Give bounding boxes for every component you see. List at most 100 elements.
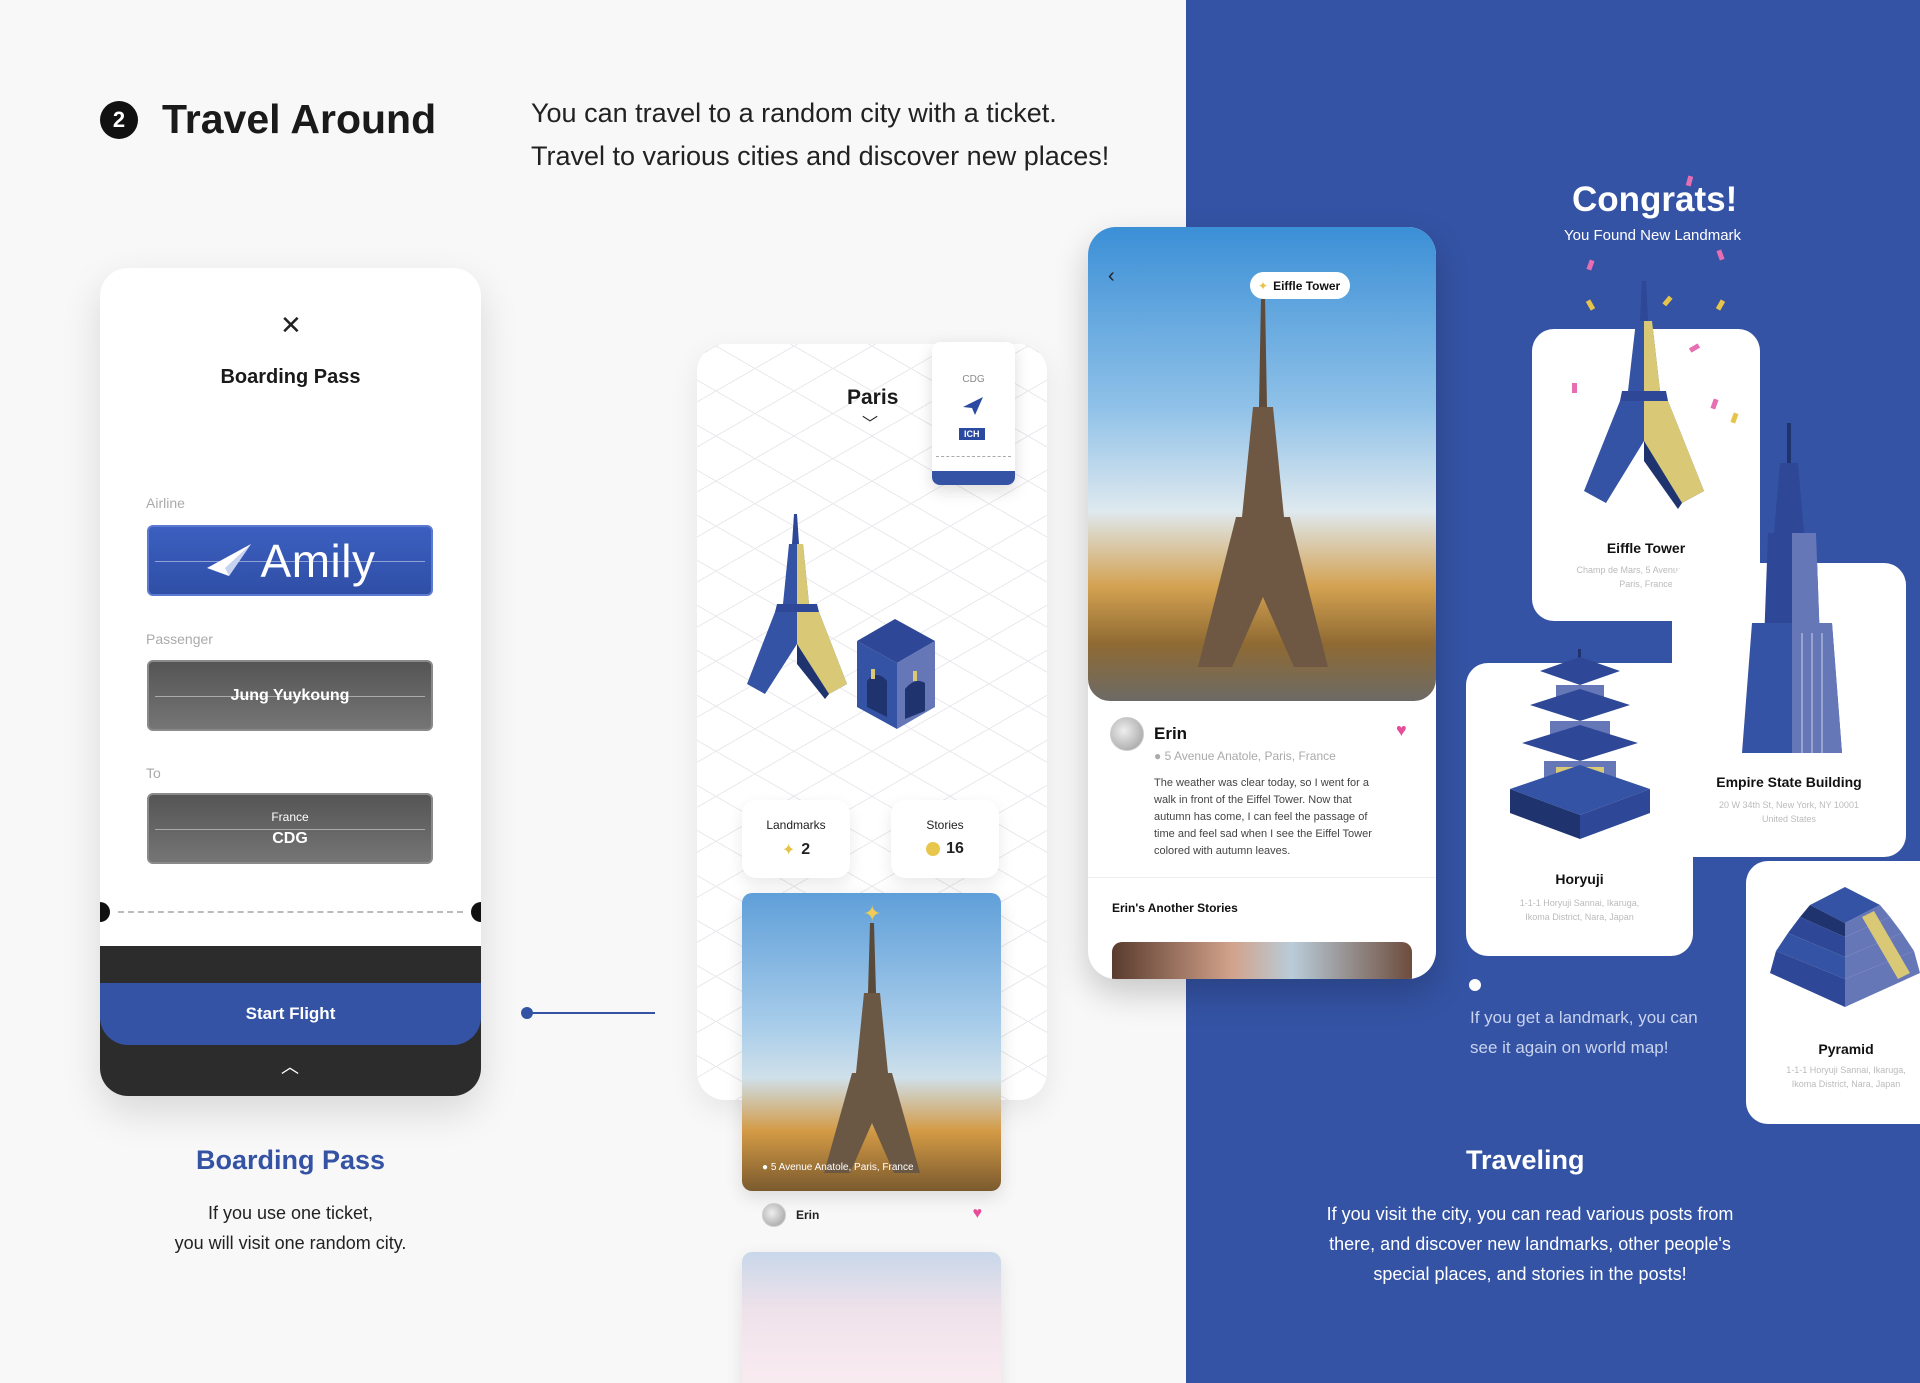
confetti (1730, 412, 1739, 424)
passenger-name: Jung Yuykoung (230, 686, 350, 704)
connector-line (530, 1012, 655, 1014)
back-chevron-icon[interactable]: ‹ (1108, 265, 1115, 288)
eiffel-tower-landmark-icon[interactable] (737, 514, 857, 714)
tip-line-2: see it again on world map! (1470, 1038, 1669, 1057)
avatar[interactable] (1110, 717, 1144, 751)
stories-count: 16 (946, 840, 964, 857)
traveling-caption-line-1: If you visit the city, you can read vari… (1326, 1204, 1734, 1224)
heart-icon[interactable]: ♥ (1396, 720, 1407, 741)
traveling-caption-line-2: there, and discover new landmarks, other… (1329, 1234, 1731, 1254)
close-icon[interactable]: ✕ (280, 310, 302, 341)
tip-dot (1469, 979, 1481, 991)
horyuji-pagoda-icon (1510, 649, 1650, 839)
eiffel-tower-photo (824, 923, 920, 1173)
post-body-line: time and feel sad when I see the Eiffel … (1154, 828, 1372, 840)
landmark-chip-label: Eiffle Tower (1273, 278, 1341, 293)
boarding-pass-screen: ✕ Boarding Pass Airline Amily Passenger … (100, 268, 481, 1096)
post-body: The weather was clear today, so I went f… (1154, 775, 1382, 860)
boarding-caption-line-2: you will visit one random city. (174, 1233, 407, 1253)
post-body-line: walk in front of the Eiffel Tower. Now t… (1154, 794, 1352, 806)
traveling-caption-title: Traveling (1466, 1145, 1585, 1175)
landmark-name: Pyramid (1818, 1041, 1874, 1057)
landmark-address: 1-1-1 Horyuji Sannai, Ikaruga, Ikoma Dis… (1466, 896, 1693, 924)
empire-state-building-icon (1742, 423, 1842, 753)
chevron-down-icon[interactable]: ﹀ (862, 410, 878, 434)
landmark-chip[interactable]: ✦ Eiffle Tower (1250, 272, 1351, 299)
more-story-thumbnail[interactable] (1112, 942, 1412, 979)
eiffel-tower-landmark-icon (1584, 281, 1704, 509)
boarding-caption-line-1: If you use one ticket, (207, 1203, 374, 1223)
ticket-from-code: CDG (962, 374, 985, 385)
landmarks-count: 2 (801, 841, 811, 858)
traveling-caption-line-3: special places, and stories in the posts… (1373, 1264, 1687, 1284)
landmarks-stat-card[interactable]: Landmarks ✦ 2 (742, 800, 850, 878)
post-body-line: The weather was clear today, so I went f… (1154, 777, 1370, 789)
more-stories-heading: Erin's Another Stories (1112, 901, 1238, 915)
story-photo-card[interactable]: ✦ ● 5 Avenue Anatole, Paris, France (742, 893, 1001, 1191)
congrats-title: Congrats! (1572, 180, 1738, 219)
post-body-line: autumn has come, I can feel the passage … (1154, 811, 1368, 823)
ticket-tear-line (936, 456, 1011, 457)
heart-icon[interactable]: ♥ (973, 1205, 983, 1223)
post-body-line: colored with autumn leaves. (1154, 845, 1291, 857)
intro-text: You can travel to a random city with a t… (531, 92, 1109, 178)
eiffel-tower-photo (1198, 297, 1328, 667)
passenger-ticket[interactable]: Jung Yuykoung (147, 660, 433, 731)
landmark-address-line: 20 W 34th St, New York, NY 10001 (1719, 800, 1859, 810)
step-number-badge: 2 (100, 101, 138, 139)
star-icon: ✦ (781, 842, 796, 859)
destination-ticket[interactable]: France CDG (147, 793, 433, 864)
congrats-subtitle: You Found New Landmark (1564, 227, 1742, 244)
landmark-photo: ‹ ✦ Eiffle Tower (1088, 227, 1436, 701)
horyuji-card[interactable]: Horyuji 1-1-1 Horyuji Sannai, Ikaruga, I… (1466, 649, 1693, 956)
tear-line (118, 911, 463, 913)
divider (1088, 877, 1436, 878)
post-address: ● 5 Avenue Anatole, Paris, France (1154, 749, 1336, 763)
intro-line-1: You can travel to a random city with a t… (531, 98, 1057, 128)
confetti (1572, 383, 1577, 393)
airline-label: Airline (146, 495, 185, 511)
ticket-to-code: ICH (959, 428, 985, 440)
photo-address: ● 5 Avenue Anatole, Paris, France (762, 1162, 914, 1173)
photo-address-text: 5 Avenue Anatole, Paris, France (770, 1162, 914, 1173)
destination-country: France (271, 809, 309, 824)
to-label: To (146, 765, 161, 781)
coin-icon (926, 842, 941, 856)
story-photo-card-2[interactable] (742, 1252, 1001, 1383)
ticket-notch-left (100, 902, 110, 922)
start-flight-button[interactable]: Start Flight (100, 983, 481, 1045)
traveling-caption-text: If you visit the city, you can read vari… (1310, 1199, 1750, 1289)
star-icon: ✦ (1258, 278, 1269, 293)
story-author-name: Erin (796, 1208, 820, 1222)
landmark-address-line: United States (1761, 814, 1817, 824)
stories-stat-card[interactable]: Stories 16 (891, 800, 999, 878)
city-name[interactable]: Paris (847, 386, 898, 410)
boarding-pass-title: Boarding Pass (220, 366, 361, 388)
airline-ticket[interactable]: Amily (147, 525, 433, 596)
pyramid-icon (1770, 887, 1920, 1007)
landmark-name: Empire State Building (1716, 774, 1862, 790)
pyramid-card[interactable]: Pyramid 1-1-1 Horyuji Sannai, Ikaruga, I… (1746, 861, 1920, 1124)
ticket-notch-right (471, 902, 481, 922)
section-title: Travel Around (162, 96, 437, 142)
landmarks-label: Landmarks (766, 818, 826, 832)
plane-icon (963, 397, 983, 415)
passenger-label: Passenger (146, 631, 213, 647)
story-author-row[interactable]: Erin ♥ (762, 1203, 982, 1229)
landmark-address-line: 1-1-1 Horyuji Sannai, Ikaruga, (1786, 1065, 1906, 1075)
landmark-detail-screen: ‹ ✦ Eiffle Tower Erin ♥ ● 5 Avenue Anato… (1088, 227, 1436, 979)
paper-plane-icon (206, 543, 251, 576)
landmark-name: Eiffle Tower (1606, 540, 1686, 556)
airline-name: Amily (260, 534, 376, 587)
boarding-caption-text: If you use one ticket, you will visit on… (100, 1198, 481, 1258)
tip-line-1: If you get a landmark, you can (1470, 1008, 1698, 1027)
flight-ticket-tag[interactable]: CDG ICH (932, 342, 1015, 485)
landmark-address: 20 W 34th St, New York, NY 10001 United … (1672, 798, 1906, 826)
destination-code: CDG (272, 829, 308, 847)
boarding-caption-title: Boarding Pass (195, 1145, 386, 1175)
empire-state-building-card[interactable]: Empire State Building 20 W 34th St, New … (1672, 423, 1906, 857)
stories-label: Stories (926, 818, 964, 832)
post-author-name: Erin (1154, 724, 1188, 743)
arc-de-triomphe-landmark-icon[interactable] (857, 619, 937, 729)
chevron-up-icon[interactable]: ︿ (281, 1053, 299, 1079)
